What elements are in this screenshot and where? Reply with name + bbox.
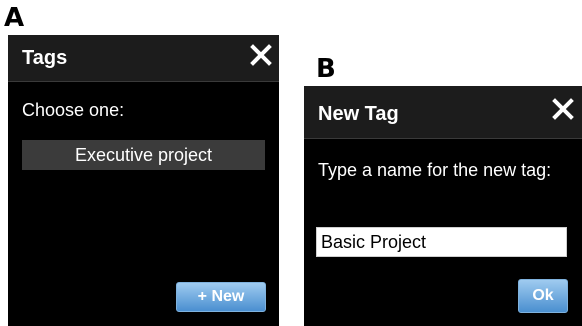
panel-label-a: A bbox=[4, 3, 25, 33]
tags-dialog-title: Tags bbox=[22, 47, 68, 69]
tags-prompt: Choose one: bbox=[22, 100, 125, 120]
new-tag-button[interactable]: + New bbox=[176, 282, 266, 312]
tags-dialog: Tags Choose one: Executive project + New bbox=[8, 35, 279, 326]
new-tag-dialog: New Tag Type a name for the new tag: Ok bbox=[304, 86, 582, 326]
new-tag-dialog-title: New Tag bbox=[318, 103, 399, 125]
panel-label-b: B bbox=[316, 54, 336, 84]
tag-option-executive-project[interactable]: Executive project bbox=[22, 140, 265, 170]
ok-button[interactable]: Ok bbox=[518, 279, 568, 313]
new-tag-prompt: Type a name for the new tag: bbox=[318, 160, 552, 180]
close-icon[interactable] bbox=[552, 98, 574, 120]
tags-dialog-title-bar: Tags bbox=[8, 35, 279, 82]
close-icon[interactable] bbox=[250, 44, 272, 66]
tag-name-input[interactable] bbox=[316, 227, 567, 257]
new-tag-dialog-title-bar: New Tag bbox=[304, 86, 582, 139]
